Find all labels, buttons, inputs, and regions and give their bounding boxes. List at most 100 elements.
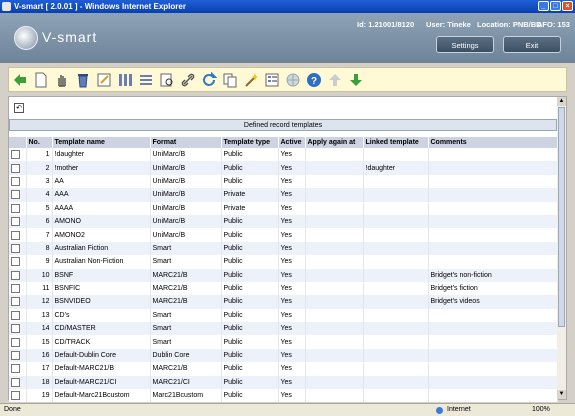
table-row[interactable]: 10 BSNF MARC21/B Public Yes Bridget's non-fic… xyxy=(9,268,558,282)
hand-select-icon[interactable] xyxy=(54,72,70,88)
close-button[interactable]: × xyxy=(562,1,573,11)
edit-icon[interactable] xyxy=(96,72,112,88)
row-checkbox[interactable] xyxy=(11,257,20,267)
table-row[interactable]: 8 Australian Fiction Smart Public Yes xyxy=(9,241,558,256)
table-row[interactable]: 2 !mother UniMarc/B Public Yes !daughter xyxy=(9,161,558,175)
cell-linked xyxy=(363,255,429,269)
table-row[interactable]: 11 BSNFIC MARC21/B Public Yes Bridget's ficti… xyxy=(9,281,558,296)
cell-name: Default-Dublin Core xyxy=(52,348,151,363)
row-checkbox-cell xyxy=(9,174,27,189)
row-checkbox[interactable] xyxy=(11,243,20,253)
cell-active: Yes xyxy=(278,241,306,256)
table-row[interactable]: 12 BSNVIDEO MARC21/B Public Yes Bridget's vid… xyxy=(9,295,558,309)
cell-apply xyxy=(305,161,364,175)
row-checkbox[interactable] xyxy=(11,324,20,334)
table-row[interactable]: 1 !daughter UniMarc/B Public Yes xyxy=(9,148,558,162)
magic-wand-icon[interactable] xyxy=(243,72,259,88)
back-arrow-icon[interactable] xyxy=(12,72,28,88)
table-header-row: No. Template name Format Template type A… xyxy=(9,137,558,148)
table-row[interactable]: 4 AAA UniMarc/B Private Yes xyxy=(9,188,558,202)
cell-format: UniMarc/B xyxy=(150,188,222,202)
scroll-down-icon[interactable]: ▼ xyxy=(557,390,566,399)
exit-button[interactable]: Exit xyxy=(503,36,561,53)
cell-type: Public xyxy=(221,348,279,363)
globe-icon[interactable] xyxy=(285,72,301,88)
row-checkbox[interactable] xyxy=(11,337,20,347)
column-header[interactable]: Template name xyxy=(52,137,151,148)
scroll-up-icon[interactable]: ▲ xyxy=(557,97,566,106)
refresh-icon[interactable] xyxy=(201,72,217,88)
new-page-icon[interactable] xyxy=(33,72,49,88)
settings-button[interactable]: Settings xyxy=(436,36,494,53)
table-row[interactable]: 19 Default-Marc21Bcustom Marc21Bcustom Publ… xyxy=(9,389,558,403)
row-checkbox[interactable] xyxy=(11,203,20,213)
properties-icon[interactable] xyxy=(264,72,280,88)
cell-apply xyxy=(305,348,364,363)
cell-name: AAA xyxy=(52,188,151,202)
cell-type: Public xyxy=(221,228,279,242)
row-checkbox[interactable] xyxy=(11,230,20,240)
table-row[interactable]: 13 CD's Smart Public Yes xyxy=(9,308,558,323)
table-row[interactable]: 7 AMONO2 UniMarc/B Public Yes xyxy=(9,228,558,242)
row-checkbox[interactable] xyxy=(11,163,20,173)
zoom-label[interactable]: 100% xyxy=(532,404,550,416)
table-row[interactable]: 15 CD/TRACK Smart Public Yes xyxy=(9,335,558,349)
scroll-thumb[interactable] xyxy=(558,107,565,327)
columns-icon[interactable] xyxy=(117,72,133,88)
row-checkbox[interactable] xyxy=(11,176,20,186)
cell-no: 12 xyxy=(26,295,53,309)
cell-apply xyxy=(305,241,364,256)
cell-apply xyxy=(305,322,364,336)
copy-icon[interactable] xyxy=(222,72,238,88)
row-checkbox[interactable] xyxy=(11,190,20,200)
cell-apply xyxy=(305,228,364,242)
cell-format: Smart xyxy=(150,255,222,269)
column-header[interactable]: No. xyxy=(26,137,53,148)
up-arrow-icon[interactable] xyxy=(327,72,343,88)
table-row[interactable]: 3 AA UniMarc/B Public Yes xyxy=(9,174,558,189)
column-header[interactable]: Apply again at xyxy=(305,137,364,148)
column-header[interactable]: Linked template xyxy=(363,137,429,148)
cell-type: Public xyxy=(221,255,279,269)
row-checkbox[interactable] xyxy=(11,351,20,361)
cell-linked xyxy=(363,148,429,162)
row-checkbox[interactable] xyxy=(11,377,20,387)
list-icon[interactable] xyxy=(138,72,154,88)
column-header[interactable]: Template type xyxy=(221,137,279,148)
row-checkbox[interactable] xyxy=(11,297,20,307)
help-icon[interactable]: ? xyxy=(306,72,322,88)
cell-active: Yes xyxy=(278,161,306,175)
table-row[interactable]: 17 Default-MARC21/B MARC21/B Public Yes xyxy=(9,362,558,376)
cell-active: Yes xyxy=(278,295,306,309)
table-row[interactable]: 9 Australian Non-Fiction Smart Public Yes xyxy=(9,255,558,269)
table-row[interactable]: 18 Default-MARC21/CI MARC21/CI Public Yes xyxy=(9,375,558,390)
down-arrow-icon[interactable] xyxy=(348,72,364,88)
vertical-scrollbar[interactable]: ▲ ▼ xyxy=(557,97,566,399)
cell-apply xyxy=(305,375,364,390)
row-checkbox[interactable] xyxy=(11,391,20,401)
table-row[interactable]: 6 AMONO UniMarc/B Public Yes xyxy=(9,214,558,229)
undo-icon[interactable]: ↶ xyxy=(14,103,24,113)
link-icon[interactable] xyxy=(180,72,196,88)
row-checkbox[interactable] xyxy=(11,364,20,374)
preview-icon[interactable] xyxy=(159,72,175,88)
row-checkbox[interactable] xyxy=(11,217,20,227)
column-header[interactable]: Comments xyxy=(428,137,558,148)
table-row[interactable]: 14 CD/MASTER Smart Public Yes xyxy=(9,322,558,336)
cell-name: Default-Marc21Bcustom xyxy=(52,389,151,403)
column-header[interactable]: Active xyxy=(278,137,306,148)
row-checkbox[interactable] xyxy=(11,310,20,320)
minimize-button[interactable]: _ xyxy=(538,1,549,11)
row-checkbox[interactable] xyxy=(11,150,20,160)
cell-linked xyxy=(363,174,429,189)
row-checkbox[interactable] xyxy=(11,270,20,280)
cell-no: 4 xyxy=(26,188,53,202)
cell-linked xyxy=(363,228,429,242)
delete-icon[interactable] xyxy=(75,72,91,88)
maximize-button[interactable]: □ xyxy=(550,1,561,11)
table-row[interactable]: 5 AAAA UniMarc/B Private Yes xyxy=(9,201,558,215)
column-header[interactable]: Format xyxy=(150,137,222,148)
table-row[interactable]: 16 Default-Dublin Core Dublin Core Public Ye… xyxy=(9,348,558,363)
row-checkbox[interactable] xyxy=(11,284,20,294)
cell-no: 16 xyxy=(26,348,53,363)
